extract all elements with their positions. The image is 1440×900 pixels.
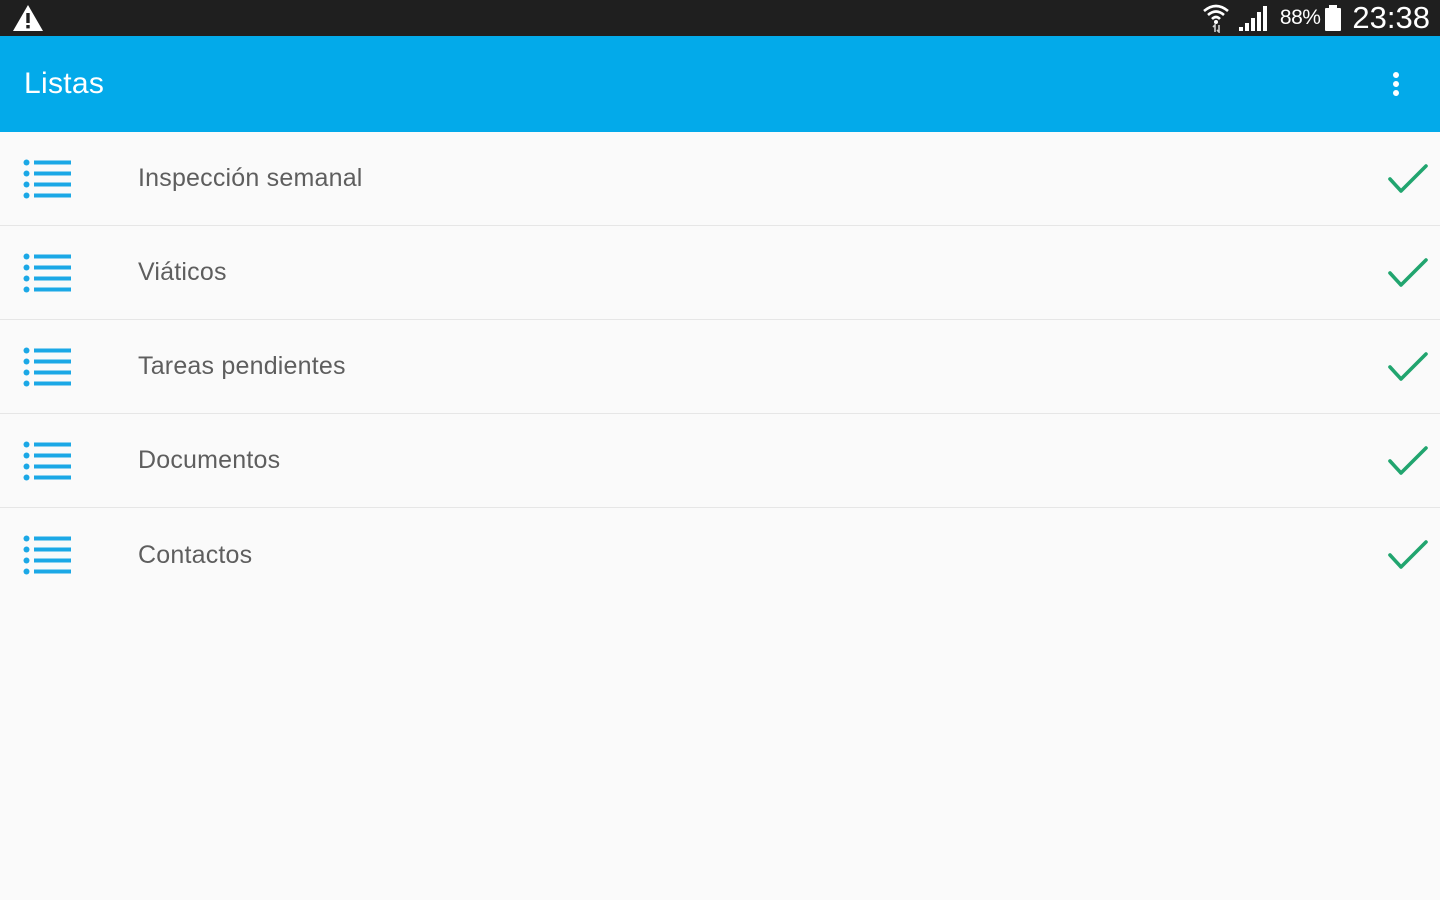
- list-item-label: Inspección semanal: [138, 164, 363, 192]
- clock: 23:38: [1352, 0, 1430, 35]
- check-icon: [1388, 351, 1428, 382]
- list-icon: [23, 253, 71, 293]
- list-icon: [23, 535, 71, 575]
- list-item[interactable]: Viáticos: [0, 226, 1440, 320]
- warning-icon: [12, 4, 44, 32]
- overflow-menu-button[interactable]: [1376, 60, 1416, 108]
- list-item-label: Tareas pendientes: [138, 352, 346, 380]
- check-icon: [1388, 540, 1428, 570]
- list-item[interactable]: Documentos: [0, 414, 1440, 508]
- check-icon: [1388, 163, 1428, 194]
- list-item-label: Contactos: [138, 540, 253, 569]
- list-item-label: Viáticos: [138, 258, 227, 286]
- signal-icon: [1238, 4, 1272, 32]
- battery-icon: [1324, 4, 1342, 32]
- list-item-label: Documentos: [138, 446, 281, 474]
- wifi-icon: [1202, 3, 1230, 33]
- lists-container: Inspección semanal Viáticos Tareas pendi…: [0, 132, 1440, 602]
- check-icon: [1388, 445, 1428, 476]
- app-bar: Listas: [0, 36, 1440, 132]
- list-icon: [23, 441, 71, 481]
- page-title: Listas: [24, 67, 105, 100]
- list-icon: [23, 159, 71, 199]
- overflow-menu-icon: [1393, 72, 1399, 96]
- check-icon: [1388, 257, 1428, 288]
- battery-percentage: 88%: [1279, 6, 1321, 29]
- list-item[interactable]: Inspección semanal: [0, 132, 1440, 226]
- list-icon: [23, 347, 71, 387]
- list-item[interactable]: Contactos: [0, 508, 1440, 602]
- list-item[interactable]: Tareas pendientes: [0, 320, 1440, 414]
- status-bar: 88% 23:38: [0, 0, 1440, 36]
